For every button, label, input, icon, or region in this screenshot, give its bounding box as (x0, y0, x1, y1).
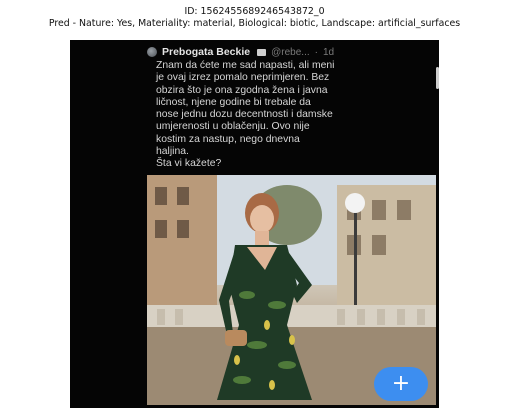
camera-badge-icon (257, 48, 267, 56)
plus-icon: + (391, 371, 411, 396)
caption-header: ID: 1562455689246543872_0 Pred - Nature:… (0, 6, 509, 30)
display-name[interactable]: Prebogata Beckie (162, 46, 250, 58)
tweet-text: Znam da ćete me sad napasti, ali meni je… (156, 60, 335, 170)
image-id-line: ID: 1562455689246543872_0 (184, 6, 325, 17)
tweet-header: Prebogata Beckie @rebe... · 1d (147, 45, 417, 59)
scrollbar[interactable] (436, 67, 439, 89)
avatar[interactable] (147, 47, 157, 57)
prediction-line: Pred - Nature: Yes, Materiality: materia… (48, 18, 461, 29)
compose-fab-button[interactable]: + (374, 367, 428, 401)
tweet-time: 1d (322, 46, 335, 58)
user-handle[interactable]: @rebe... (271, 47, 310, 58)
separator-dot: · (314, 46, 318, 58)
